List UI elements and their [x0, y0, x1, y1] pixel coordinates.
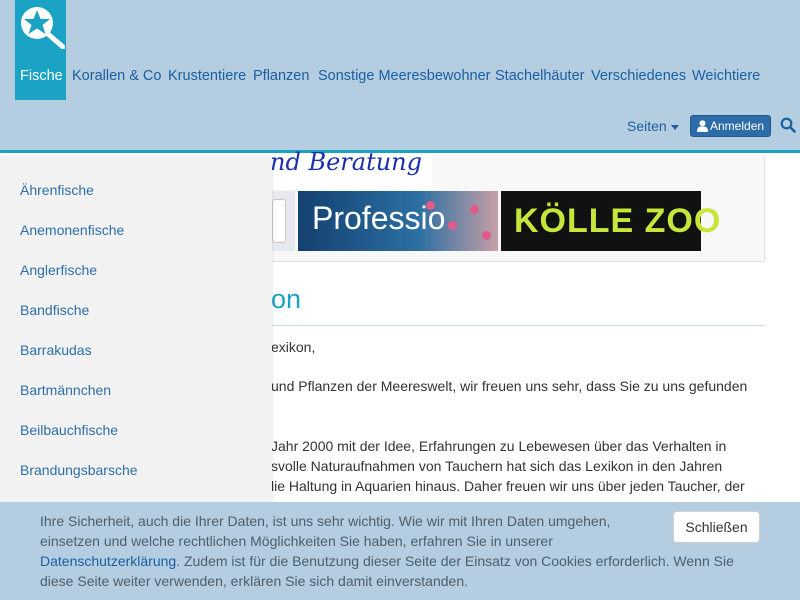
- user-icon: [697, 120, 708, 132]
- intro-paragraph-line: Jahr 2000 mit der Idee, Erfahrungen zu L…: [271, 438, 727, 454]
- sidebar-item-anemonenfische[interactable]: Anemonenfische: [20, 220, 124, 240]
- coral-image: [448, 221, 457, 230]
- sidebar-item-beilbauchfische[interactable]: Beilbauchfische: [20, 420, 118, 440]
- caret-down-icon: [670, 124, 679, 130]
- privacy-policy-link[interactable]: Datenschutzerklärung: [40, 553, 176, 569]
- banner-handwriting-text: nd Beratung: [270, 148, 422, 176]
- sidebar-item-barrakudas[interactable]: Barrakudas: [20, 340, 92, 360]
- sidebar-item-anglerfische[interactable]: Anglerfische: [20, 260, 97, 280]
- category-sidebar: Ährenfische Anemonenfische Anglerfische …: [0, 156, 272, 502]
- page-title: on: [271, 284, 302, 314]
- coral-image: [482, 231, 491, 240]
- intro-paragraph-line: exikon,: [271, 339, 316, 355]
- sidebar-item-brandungsbarsche[interactable]: Brandungsbarsche: [20, 460, 138, 480]
- cookie-text-line: Ihre Sicherheit, auch die Ihrer Daten, i…: [40, 513, 611, 529]
- login-button-label: Anmelden: [710, 119, 765, 133]
- cookie-text-fragment: . Zudem ist für die Benutzung dieser Sei…: [176, 553, 734, 569]
- nav-item-sonstige-meeresbewohner[interactable]: Sonstige Meeresbewohner: [318, 66, 491, 86]
- search-icon[interactable]: [780, 117, 796, 133]
- intro-paragraph-line: lie Haltung in Aquarien hinaus. Daher fr…: [271, 478, 745, 494]
- nav-item-pflanzen[interactable]: Pflanzen: [253, 66, 309, 86]
- nav-item-weichtiere[interactable]: Weichtiere: [692, 66, 760, 86]
- top-navbar: Fische Korallen & Co Krustentiere Pflanz…: [0, 0, 800, 153]
- nav-item-krustentiere[interactable]: Krustentiere: [168, 66, 246, 86]
- sidebar-item-aehrenfische[interactable]: Ährenfische: [20, 180, 94, 200]
- nav-item-verschiedenes[interactable]: Verschiedenes: [591, 66, 686, 86]
- intro-paragraph-line: und Pflanzen der Meereswelt, wir freuen …: [271, 378, 748, 394]
- nav-item-stachelhaeuter[interactable]: Stachelhäuter: [495, 66, 584, 86]
- sidebar-item-bartmaennchen[interactable]: Bartmännchen: [20, 380, 111, 400]
- nav-item-korallen[interactable]: Korallen & Co: [72, 66, 161, 86]
- banner-koelle-text: KÖLLE ZOO: [514, 202, 722, 240]
- nav-item-fische[interactable]: Fische: [20, 66, 63, 86]
- cookie-text-line: diese Seite weiter verwenden, erklären S…: [40, 573, 469, 589]
- login-button[interactable]: Anmelden: [690, 115, 771, 137]
- coral-image: [426, 201, 435, 210]
- heading-divider: [250, 325, 765, 326]
- banner-professional[interactable]: Professio: [298, 191, 498, 251]
- intro-paragraph-line: svolle Naturaufnahmen von Tauchern hat s…: [271, 458, 723, 474]
- sidebar-item-bandfische[interactable]: Bandfische: [20, 300, 89, 320]
- pages-dropdown-label: Seiten: [627, 118, 667, 134]
- starfish-magnifier-logo: [21, 7, 65, 49]
- cookie-text-line: Datenschutzerklärung. Zudem ist für die …: [40, 551, 734, 571]
- cookie-close-button[interactable]: Schließen: [673, 511, 760, 543]
- cookie-text-line: einsetzen und welche rechtlichen Möglich…: [40, 533, 553, 549]
- bottle-image: [272, 199, 286, 243]
- banner-koelle-zoo[interactable]: KÖLLE ZOO: [501, 191, 720, 251]
- pages-dropdown[interactable]: Seiten: [627, 116, 679, 136]
- coral-image: [470, 205, 479, 214]
